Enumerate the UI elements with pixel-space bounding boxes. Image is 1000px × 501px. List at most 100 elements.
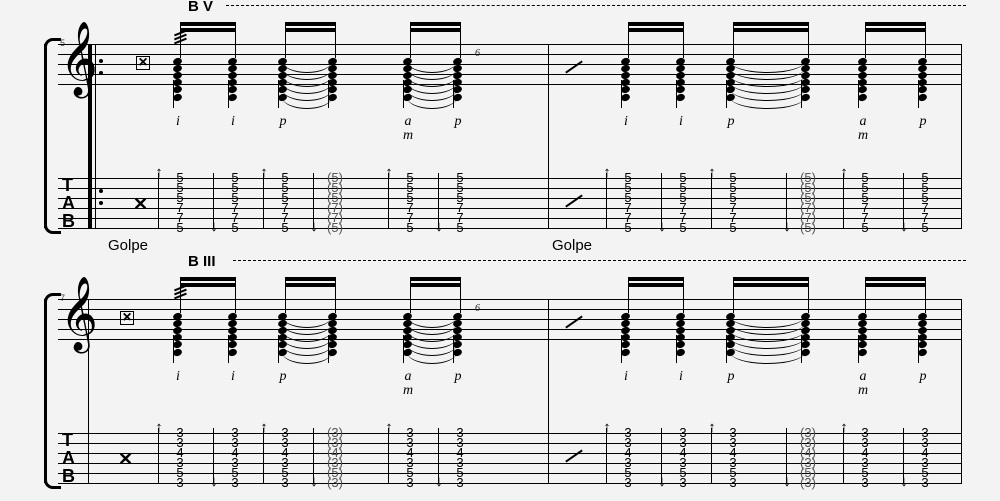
- beam: [285, 28, 336, 32]
- down-stroke-icon: ↓: [308, 473, 320, 490]
- repeat-start: [88, 44, 106, 228]
- beam: [628, 277, 684, 281]
- beam: [865, 28, 926, 32]
- note-head: [227, 93, 238, 103]
- barre-line: [226, 5, 966, 6]
- down-stroke-icon: ↓: [208, 218, 220, 235]
- note-head: [172, 93, 183, 103]
- system-2: 7 Golpe Golpe B III 𝄞 TAB × ✕ 6 iipampii…: [58, 273, 962, 483]
- stem: [285, 22, 286, 58]
- finger-label: i: [223, 369, 243, 385]
- beam: [628, 283, 684, 287]
- stroke-arrow-shaft: [843, 173, 844, 229]
- stroke-arrow-shaft: [158, 173, 159, 229]
- down-stroke-icon: ↓: [781, 473, 793, 490]
- tab-chord: 555775: [910, 173, 940, 233]
- note-head: [620, 93, 631, 103]
- beam: [410, 277, 461, 281]
- note-head: [327, 93, 338, 103]
- tab-chord: 555775: [668, 173, 698, 233]
- note-head: [172, 348, 183, 358]
- stem: [410, 22, 411, 58]
- note-head: [857, 348, 868, 358]
- down-stroke-icon: ↓: [656, 218, 668, 235]
- notation-staff: 𝄞: [58, 44, 962, 94]
- tab-chord: 334353: [220, 428, 250, 488]
- down-stroke-icon: ↓: [781, 218, 793, 235]
- barre-label: B V: [188, 0, 213, 15]
- finger-label: p: [913, 114, 933, 130]
- finger-label: i: [168, 369, 188, 385]
- fret-number: 3: [668, 478, 698, 488]
- fret-number: 3: [718, 478, 748, 488]
- barre-line: [233, 260, 966, 261]
- tie-arc: [282, 97, 332, 109]
- tab-chord: 334353: [910, 428, 940, 488]
- start-barline: [88, 299, 89, 483]
- stem: [683, 22, 684, 58]
- finger-label: p: [913, 369, 933, 385]
- stem: [733, 22, 734, 58]
- tuplet-number: 6: [475, 48, 480, 59]
- stroke-arrow-shaft: [711, 173, 712, 229]
- fret-number: (5): [320, 223, 350, 233]
- up-stroke-icon: ↑: [838, 419, 850, 436]
- beam: [733, 277, 809, 281]
- note-head: [800, 348, 811, 358]
- note-head: [675, 93, 686, 103]
- finger-label: i: [616, 114, 636, 130]
- tremolo-icon: [174, 32, 187, 45]
- stem: [733, 277, 734, 313]
- stem: [460, 277, 461, 313]
- up-stroke-icon: ↑: [601, 164, 613, 181]
- finger-label: p: [273, 369, 293, 385]
- mid-barline: [548, 299, 549, 483]
- tab-golpe-icon: ✕: [133, 194, 148, 215]
- down-stroke-icon: ↓: [898, 473, 910, 490]
- tab-chord: 334353: [165, 428, 195, 488]
- fret-number: 5: [165, 223, 195, 233]
- fret-number: (3): [320, 478, 350, 488]
- stem: [865, 22, 866, 58]
- tie-arc: [407, 97, 457, 109]
- tab-chord: 334353: [395, 428, 425, 488]
- finger-label: i: [616, 369, 636, 385]
- finger-label: i: [671, 369, 691, 385]
- up-stroke-icon: ↑: [153, 164, 165, 181]
- beam: [628, 28, 684, 32]
- stem: [335, 22, 336, 58]
- fret-number: (3): [793, 478, 823, 488]
- tab-chord: (3)(3)(4)(3)(5)(3): [793, 428, 823, 488]
- golpe-text: Golpe: [552, 237, 592, 254]
- tab-chord: 334353: [850, 428, 880, 488]
- stroke-arrow-shaft: [843, 428, 844, 484]
- note-head: [917, 93, 928, 103]
- up-stroke-icon: ↑: [383, 164, 395, 181]
- fret-number: 3: [395, 478, 425, 488]
- fret-number: 3: [220, 478, 250, 488]
- fret-number: 5: [613, 223, 643, 233]
- fret-number: 3: [910, 478, 940, 488]
- tab-chord: 334353: [668, 428, 698, 488]
- note-head: [452, 348, 463, 358]
- beam: [410, 28, 461, 32]
- note-head: [227, 348, 238, 358]
- down-stroke-icon: ↓: [308, 218, 320, 235]
- tab-chord: 555775: [395, 173, 425, 233]
- down-stroke-icon: ↓: [898, 218, 910, 235]
- stem: [235, 22, 236, 58]
- tab-chord: (3)(3)(4)(3)(5)(3): [320, 428, 350, 488]
- stem: [235, 277, 236, 313]
- stem: [285, 277, 286, 313]
- finger-label: p: [721, 369, 741, 385]
- up-stroke-icon: ↑: [258, 164, 270, 181]
- fret-number: 5: [395, 223, 425, 233]
- note-head: [452, 93, 463, 103]
- fret-number: 3: [445, 478, 475, 488]
- stroke-arrow-shaft: [263, 428, 264, 484]
- stroke-arrow-shaft: [158, 428, 159, 484]
- stem: [460, 22, 461, 58]
- finger-label: i: [168, 114, 188, 130]
- up-stroke-icon: ↑: [258, 419, 270, 436]
- up-stroke-icon: ↑: [153, 419, 165, 436]
